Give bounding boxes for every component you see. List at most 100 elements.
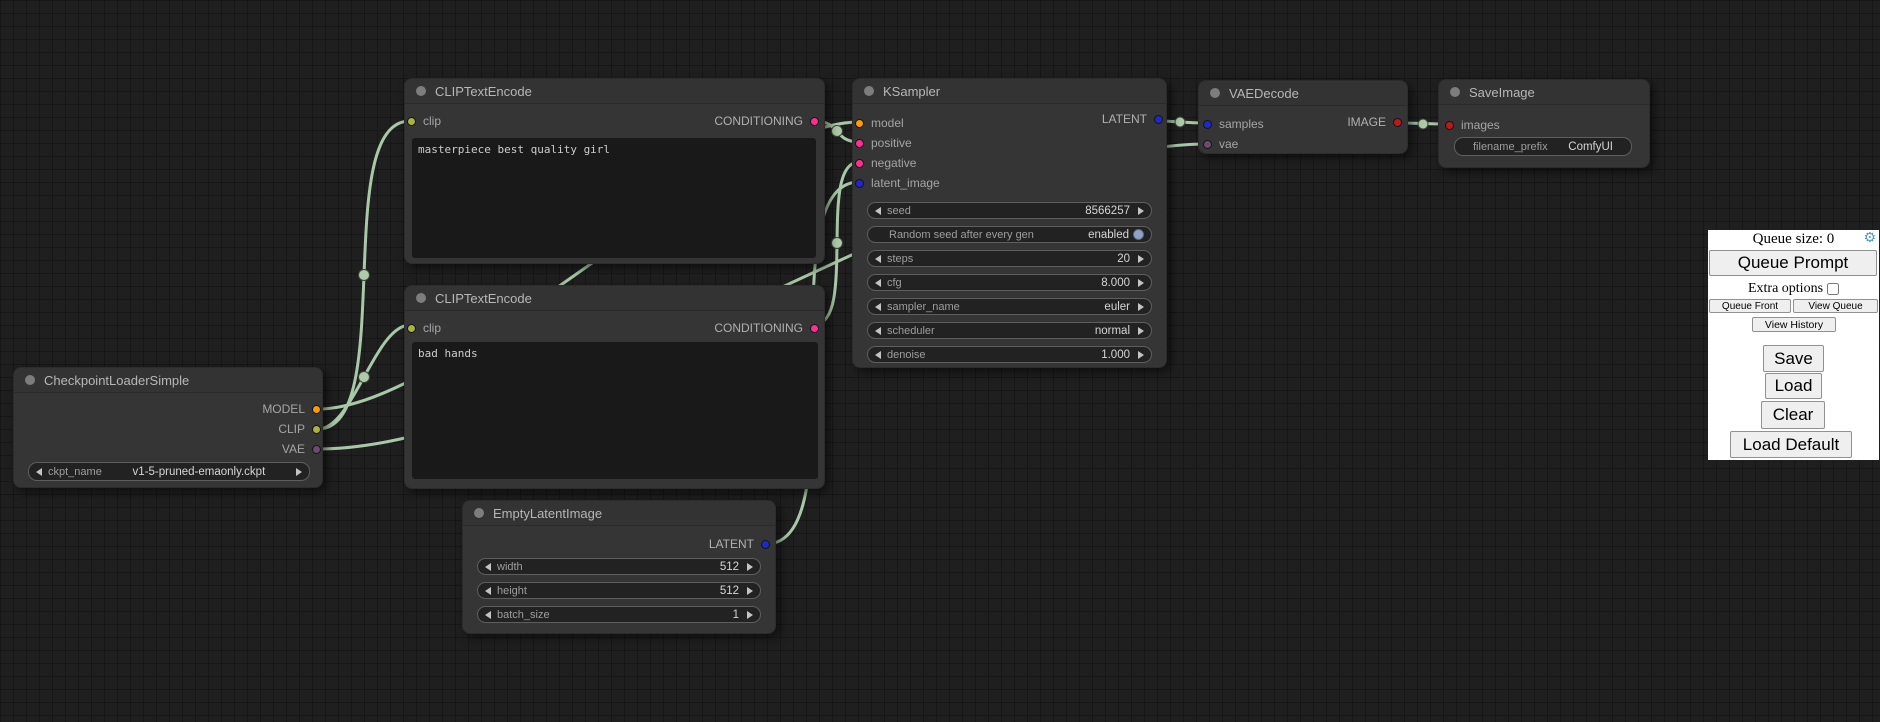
toggle-on-icon[interactable] (1133, 229, 1144, 240)
prev-value-arrow-icon[interactable] (875, 327, 881, 335)
widget-label: width (497, 561, 523, 573)
node-collapse-dot-icon[interactable] (416, 86, 426, 96)
node-collapse-dot-icon[interactable] (1210, 88, 1220, 98)
node-title-bar[interactable]: KSampler (853, 79, 1166, 104)
conditioning-port-icon[interactable] (810, 324, 819, 333)
node-empty-latent-image[interactable]: EmptyLatentImage LATENT width 512 height… (462, 500, 776, 634)
clear-button[interactable]: Clear (1761, 401, 1825, 429)
node-vae-decode[interactable]: VAEDecode IMAGE samples vae (1198, 80, 1408, 154)
node-save-image[interactable]: SaveImage images filename_prefix ComfyUI (1438, 79, 1650, 168)
vae-port-icon[interactable] (312, 445, 321, 454)
latent-port-icon[interactable] (761, 540, 770, 549)
output-label: CONDITIONING (714, 321, 803, 335)
node-checkpoint-loader[interactable]: CheckpointLoaderSimple MODEL CLIP VAE ck… (13, 367, 323, 488)
next-value-arrow-icon[interactable] (1138, 327, 1144, 335)
decrement-arrow-icon[interactable] (875, 207, 881, 215)
denoise-widget[interactable]: denoise 1.000 (867, 346, 1152, 363)
prev-value-arrow-icon[interactable] (875, 303, 881, 311)
clip-port-icon[interactable] (312, 425, 321, 434)
image-port-icon[interactable] (1393, 118, 1402, 127)
settings-gear-icon[interactable]: ⚙ (1863, 231, 1876, 245)
increment-arrow-icon[interactable] (1138, 351, 1144, 359)
steps-widget[interactable]: steps 20 (867, 250, 1152, 267)
node-clip-text-encode-negative[interactable]: CLIPTextEncode clip CONDITIONING bad han… (404, 285, 825, 489)
queue-front-button[interactable]: Queue Front (1709, 299, 1791, 313)
batch-size-widget[interactable]: batch_size 1 (477, 606, 761, 623)
model-input-port-icon[interactable] (855, 119, 864, 128)
node-ksampler[interactable]: KSampler LATENT model positive negative … (852, 78, 1167, 368)
extra-options-checkbox[interactable] (1827, 283, 1839, 295)
load-default-button[interactable]: Load Default (1730, 431, 1852, 458)
load-button[interactable]: Load (1765, 373, 1822, 399)
decrement-arrow-icon[interactable] (875, 279, 881, 287)
decrement-arrow-icon[interactable] (485, 563, 491, 571)
positive-prompt-textarea[interactable]: masterpiece best quality girl (412, 138, 816, 258)
width-widget[interactable]: width 512 (477, 558, 761, 575)
widget-label: ckpt_name (48, 466, 102, 478)
node-title-bar[interactable]: CLIPTextEncode (405, 79, 824, 104)
view-history-button[interactable]: View History (1752, 317, 1836, 332)
node-collapse-dot-icon[interactable] (864, 86, 874, 96)
latent-port-icon[interactable] (1154, 115, 1163, 124)
decrement-arrow-icon[interactable] (485, 611, 491, 619)
node-collapse-dot-icon[interactable] (1450, 87, 1460, 97)
positive-input-port-icon[interactable] (855, 139, 864, 148)
decrement-arrow-icon[interactable] (875, 351, 881, 359)
node-title-bar[interactable]: CLIPTextEncode (405, 286, 824, 311)
node-title-bar[interactable]: EmptyLatentImage (463, 501, 775, 526)
node-title-bar[interactable]: CheckpointLoaderSimple (14, 368, 322, 393)
latent-input-port-icon[interactable] (855, 179, 864, 188)
conditioning-port-icon[interactable] (810, 117, 819, 126)
output-slot-clip: CLIP (14, 419, 322, 439)
cfg-widget[interactable]: cfg 8.000 (867, 274, 1152, 291)
node-title-bar[interactable]: VAEDecode (1199, 81, 1407, 106)
increment-arrow-icon[interactable] (747, 611, 753, 619)
model-port-icon[interactable] (312, 405, 321, 414)
node-clip-text-encode-positive[interactable]: CLIPTextEncode clip CONDITIONING masterp… (404, 78, 825, 264)
node-title: EmptyLatentImage (493, 506, 602, 521)
output-label: LATENT (709, 537, 754, 551)
scheduler-widget[interactable]: scheduler normal (867, 322, 1152, 339)
queue-prompt-button[interactable]: Queue Prompt (1709, 250, 1877, 276)
clip-input-port-icon[interactable] (407, 324, 416, 333)
input-slot-vae: vae (1199, 134, 1407, 154)
increment-arrow-icon[interactable] (1138, 207, 1144, 215)
next-value-arrow-icon[interactable] (296, 468, 302, 476)
widget-value: 8.000 (1101, 277, 1138, 289)
height-widget[interactable]: height 512 (477, 582, 761, 599)
input-label: clip (423, 114, 441, 128)
node-collapse-dot-icon[interactable] (416, 293, 426, 303)
increment-arrow-icon[interactable] (1138, 279, 1144, 287)
random-seed-toggle-widget[interactable]: Random seed after every gen enabled (867, 226, 1152, 243)
node-collapse-dot-icon[interactable] (25, 375, 35, 385)
node-collapse-dot-icon[interactable] (474, 508, 484, 518)
vae-input-port-icon[interactable] (1203, 140, 1212, 149)
comfyui-canvas[interactable]: { "colors": { "model_port": "#ff9b00", "… (0, 0, 1880, 722)
save-button[interactable]: Save (1763, 345, 1824, 372)
clip-input-port-icon[interactable] (407, 117, 416, 126)
ckpt-name-widget[interactable]: ckpt_name v1-5-pruned-emaonly.ckpt (28, 462, 310, 481)
seed-widget[interactable]: seed 8566257 (867, 202, 1152, 219)
negative-prompt-textarea[interactable]: bad hands (412, 342, 818, 479)
widget-label: Random seed after every gen (889, 229, 1034, 241)
decrement-arrow-icon[interactable] (875, 255, 881, 263)
negative-input-port-icon[interactable] (855, 159, 864, 168)
images-input-port-icon[interactable] (1445, 121, 1454, 130)
wire-midpoint-dot (832, 238, 843, 249)
samples-input-port-icon[interactable] (1203, 120, 1212, 129)
increment-arrow-icon[interactable] (747, 587, 753, 595)
node-title-bar[interactable]: SaveImage (1439, 80, 1649, 105)
output-label: VAE (282, 442, 305, 456)
widget-label: steps (887, 253, 913, 265)
filename-prefix-widget[interactable]: filename_prefix ComfyUI (1454, 137, 1632, 156)
decrement-arrow-icon[interactable] (485, 587, 491, 595)
increment-arrow-icon[interactable] (1138, 255, 1144, 263)
sampler-name-widget[interactable]: sampler_name euler (867, 298, 1152, 315)
input-slot-latent-image: latent_image (853, 173, 1166, 193)
prev-value-arrow-icon[interactable] (36, 468, 42, 476)
view-queue-button[interactable]: View Queue (1793, 299, 1878, 313)
increment-arrow-icon[interactable] (747, 563, 753, 571)
next-value-arrow-icon[interactable] (1138, 303, 1144, 311)
node-title: KSampler (883, 84, 940, 99)
widget-value: 512 (720, 561, 747, 573)
